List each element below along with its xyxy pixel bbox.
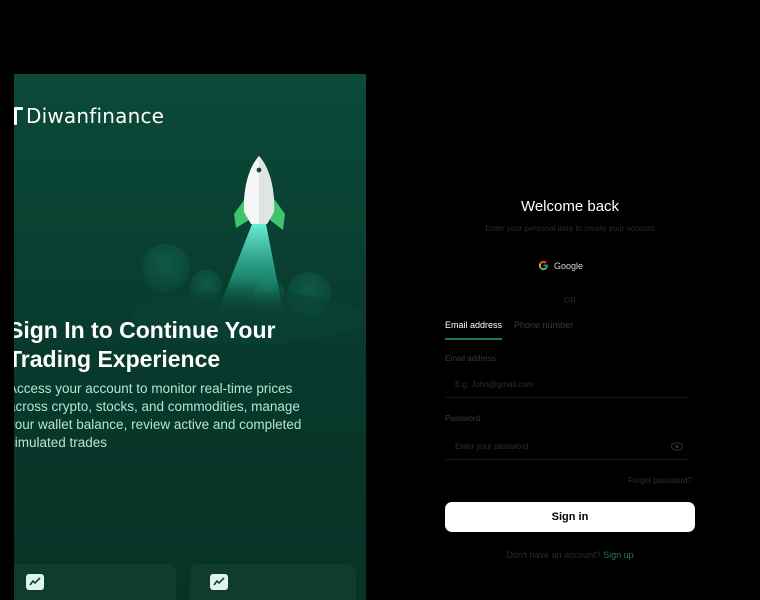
hero-description: Access your account to monitor real-time… <box>14 381 302 450</box>
password-input[interactable] <box>445 442 655 451</box>
signup-link[interactable]: Sign up <box>603 550 634 560</box>
google-label: Google <box>554 260 584 271</box>
login-method-tabs: Email address Phone number <box>445 320 695 340</box>
tab-phone[interactable]: Phone number <box>514 320 573 340</box>
tab-email[interactable]: Email address <box>445 320 503 340</box>
forgot-password-link[interactable]: Forgot password? <box>628 476 692 485</box>
form-subtitle: Enter your personal data to create your … <box>485 224 655 233</box>
form-title: Welcome back <box>520 198 620 215</box>
signup-prompt: Don't have an account? Sign up <box>440 550 700 560</box>
eye-icon[interactable] <box>671 442 683 451</box>
trend-chart-icon <box>26 574 44 590</box>
email-label: Email address <box>445 354 496 363</box>
signup-question: Don't have an account? <box>506 550 601 560</box>
password-label: Password <box>445 414 481 423</box>
promo-panel: Diwanfinance Sign In to Continue Your Tr… <box>14 74 366 600</box>
password-field-wrapper <box>445 434 689 460</box>
trend-chart-icon <box>210 574 228 590</box>
google-signin-button[interactable]: Google <box>538 260 583 271</box>
google-icon <box>538 260 549 271</box>
brand-logo-icon <box>14 105 24 127</box>
or-divider: OR <box>564 296 576 305</box>
email-field-wrapper <box>445 372 689 398</box>
hero-title: Sign In to Continue Your Trading Experie… <box>14 317 276 372</box>
signin-button[interactable]: Sign in <box>445 502 695 532</box>
email-input[interactable] <box>445 380 655 389</box>
brand-logo[interactable]: Diwanfinance <box>14 104 164 128</box>
brand-name: Diwanfinance <box>26 104 165 128</box>
